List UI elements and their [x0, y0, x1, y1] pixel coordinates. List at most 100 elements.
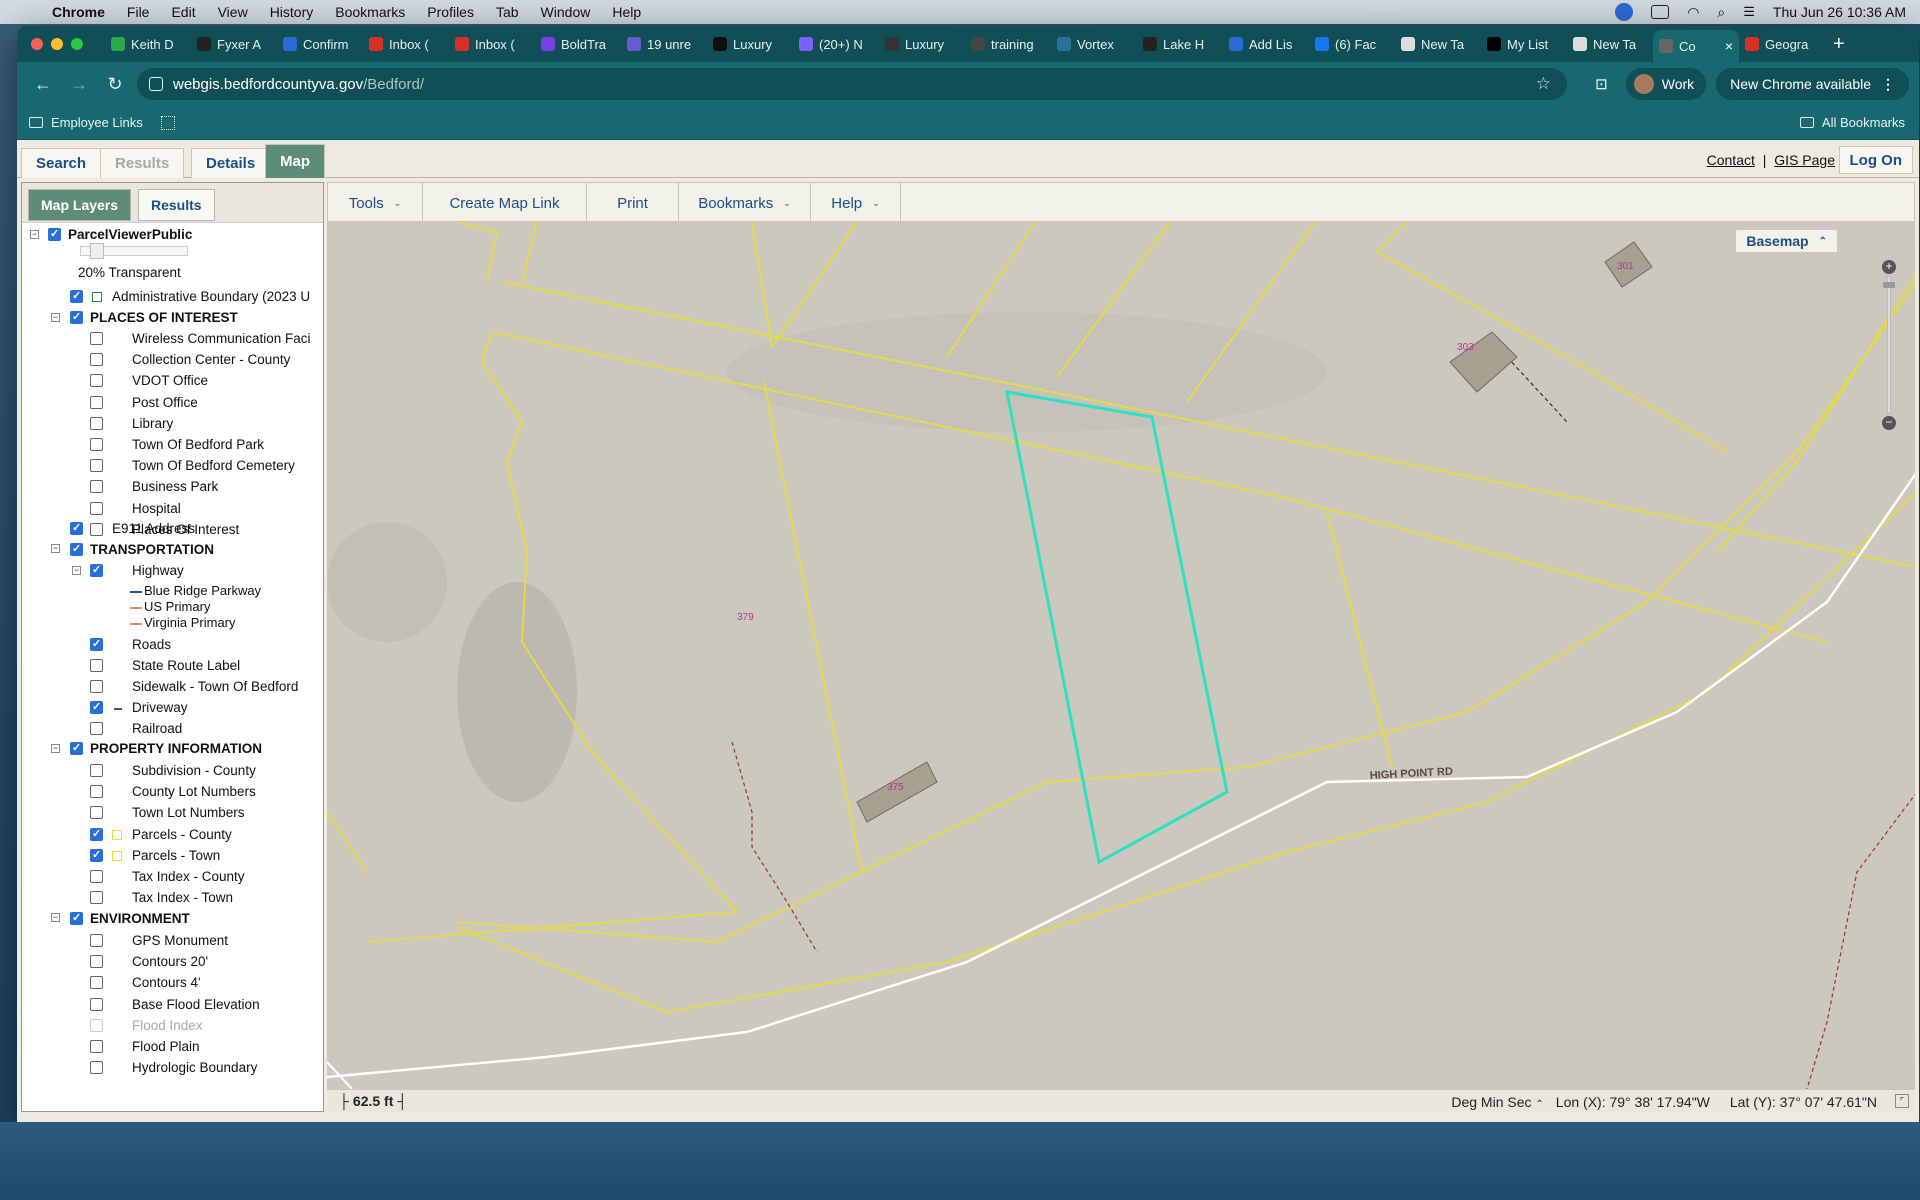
menu-edit[interactable]: Edit	[171, 4, 195, 20]
collapse-places-toggle[interactable]: −	[51, 313, 60, 322]
address-bar[interactable]: webgis.bedfordcountyva.gov/Bedford/ ☆	[137, 68, 1567, 100]
browser-tab[interactable]: New Ta	[1395, 30, 1481, 58]
browser-tab[interactable]: Inbox (	[363, 30, 449, 58]
new-tab-button[interactable]: +	[1833, 33, 1845, 56]
menu-file[interactable]: File	[127, 4, 150, 20]
menu-profiles[interactable]: Profiles	[427, 4, 474, 20]
apps-grid-icon[interactable]	[160, 115, 175, 130]
collapse-transportation-toggle[interactable]: −	[51, 544, 60, 553]
control-center-icon[interactable]: ☰	[1743, 4, 1755, 20]
all-bookmarks-button[interactable]: All Bookmarks	[1799, 115, 1905, 130]
close-tab-icon[interactable]: ×	[1725, 38, 1733, 54]
layer-checkbox[interactable]	[90, 438, 103, 451]
checkbox-admin-boundary[interactable]	[70, 289, 83, 303]
browser-tab[interactable]: Luxury	[707, 30, 793, 58]
transparency-slider-thumb[interactable]	[90, 243, 104, 259]
layer-checkbox[interactable]	[90, 480, 103, 494]
menu-window[interactable]: Window	[541, 4, 591, 20]
browser-tab[interactable]: Luxury	[879, 30, 965, 58]
collapse-property-toggle[interactable]: −	[51, 744, 60, 753]
collapse-root-toggle[interactable]: −	[30, 230, 39, 239]
units-selector[interactable]: Deg Min Sec ⌃	[1451, 1094, 1543, 1110]
layer-checkbox[interactable]	[90, 1040, 103, 1053]
resize-corner-icon[interactable]: ⌜	[1895, 1094, 1909, 1108]
layer-checkbox[interactable]	[90, 976, 103, 990]
collapse-highway-toggle[interactable]: −	[72, 566, 81, 575]
layer-checkbox[interactable]	[90, 870, 103, 883]
map-canvas[interactable]: 379 375 303 301 HIGH POINT RD Basemap ⌃ …	[327, 222, 1915, 1089]
browser-tab[interactable]: Co ×	[1653, 30, 1739, 62]
bookmarks-menu[interactable]: Bookmarks ⌄	[679, 183, 811, 223]
checkbox-driveway[interactable]	[90, 700, 103, 714]
checkbox-e911[interactable]	[70, 521, 83, 535]
kebab-menu-icon[interactable]: ⋮	[1881, 76, 1895, 93]
layer-checkbox[interactable]	[90, 891, 103, 905]
subtab-results[interactable]: Results	[138, 189, 215, 221]
help-menu[interactable]: Help ⌄	[811, 183, 901, 223]
layer-checkbox[interactable]	[90, 827, 103, 841]
browser-tab[interactable]: Fyxer A	[191, 30, 277, 58]
tab-map[interactable]: Map	[265, 144, 325, 178]
layer-checkbox[interactable]	[90, 997, 103, 1011]
layer-checkbox[interactable]	[90, 1018, 103, 1032]
checkbox-property[interactable]	[70, 741, 83, 755]
log-on-button[interactable]: Log On	[1838, 146, 1913, 174]
checkbox-highway[interactable]	[90, 563, 103, 577]
menu-bookmarks[interactable]: Bookmarks	[335, 4, 405, 20]
close-window-icon[interactable]	[31, 38, 43, 50]
forward-button[interactable]: →	[61, 74, 97, 95]
zoom-slider-track[interactable]	[1887, 276, 1891, 414]
bookmark-star-icon[interactable]: ☆	[1536, 74, 1551, 94]
browser-tab[interactable]: Inbox (	[449, 30, 535, 58]
menu-app-chrome[interactable]: Chrome	[52, 4, 105, 20]
subtab-map-layers[interactable]: Map Layers	[28, 189, 132, 221]
browser-tab[interactable]: (20+) N	[793, 30, 879, 58]
layer-checkbox[interactable]	[90, 374, 103, 388]
fullscreen-window-icon[interactable]	[71, 38, 83, 50]
checkbox-railroad[interactable]	[90, 722, 103, 735]
checkbox-environment[interactable]	[70, 911, 83, 925]
layer-checkbox[interactable]	[90, 1061, 103, 1075]
layer-checkbox[interactable]	[90, 848, 103, 862]
site-info-icon[interactable]	[149, 77, 163, 91]
browser-tab[interactable]: 19 unre	[621, 30, 707, 58]
layer-checkbox[interactable]	[90, 934, 103, 947]
layer-checkbox[interactable]	[90, 353, 103, 367]
lens-icon[interactable]: ⊡	[1595, 75, 1608, 93]
browser-tab[interactable]: training	[965, 30, 1051, 58]
gis-page-link[interactable]: GIS Page	[1774, 152, 1835, 168]
minimize-window-icon[interactable]	[51, 38, 63, 50]
layer-checkbox[interactable]	[90, 764, 103, 777]
tools-menu[interactable]: Tools ⌄	[328, 183, 423, 223]
spotlight-search-icon[interactable]: ⌕	[1717, 4, 1725, 21]
new-chrome-available-button[interactable]: New Chrome available ⋮	[1716, 68, 1909, 100]
layer-checkbox[interactable]	[90, 332, 103, 345]
checkbox-root[interactable]	[48, 227, 61, 241]
wifi-icon[interactable]: ◠	[1687, 4, 1699, 21]
browser-tab[interactable]: Vortex	[1051, 30, 1137, 58]
layer-checkbox[interactable]	[90, 806, 103, 820]
checkbox-state-route-label[interactable]	[90, 659, 103, 672]
browser-tab[interactable]: Add Lis	[1223, 30, 1309, 58]
layer-checkbox[interactable]	[90, 501, 103, 515]
contact-link[interactable]: Contact	[1707, 152, 1755, 168]
menu-history[interactable]: History	[270, 4, 314, 20]
basemap-toggle[interactable]: Basemap ⌃	[1736, 230, 1837, 252]
zoom-out-button[interactable]: −	[1882, 416, 1896, 430]
browser-tab[interactable]: My List	[1481, 30, 1567, 58]
browser-tab[interactable]: (6) Fac	[1309, 30, 1395, 58]
layer-checkbox[interactable]	[90, 522, 103, 536]
create-map-link-button[interactable]: Create Map Link	[423, 183, 587, 223]
layer-checkbox[interactable]	[90, 395, 103, 409]
checkbox-sidewalk[interactable]	[90, 680, 103, 693]
browser-tab[interactable]: Lake H	[1137, 30, 1223, 58]
browser-tab[interactable]: Geogra	[1739, 30, 1825, 58]
browser-tab[interactable]: New Ta	[1567, 30, 1653, 58]
reload-button[interactable]: ↻	[97, 74, 133, 95]
layer-checkbox[interactable]	[90, 785, 103, 799]
browser-tab[interactable]: Confirm	[277, 30, 363, 58]
collapse-environment-toggle[interactable]: −	[51, 913, 60, 922]
menu-tab[interactable]: Tab	[496, 4, 519, 20]
layer-checkbox[interactable]	[90, 416, 103, 430]
checkbox-places[interactable]	[70, 310, 83, 324]
